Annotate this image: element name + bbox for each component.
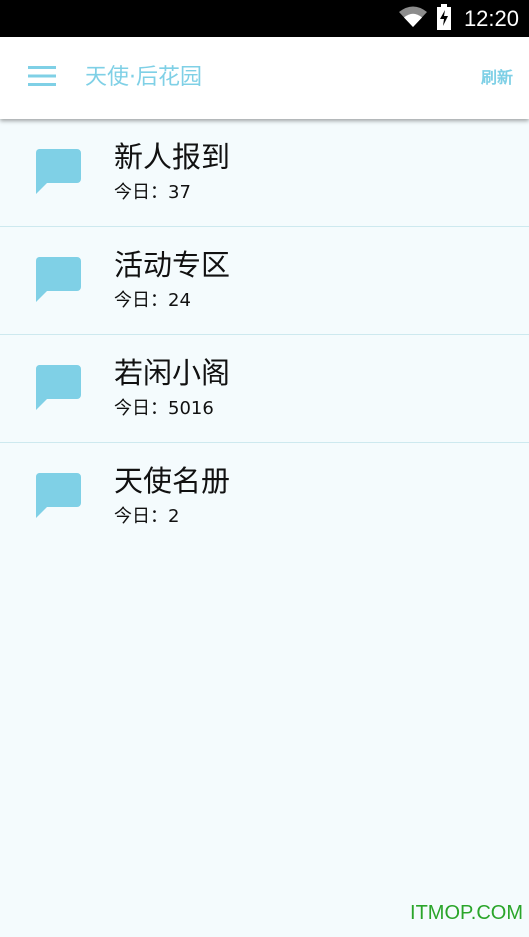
forum-name: 天使名册: [114, 464, 231, 498]
today-count: 24: [168, 290, 191, 311]
today-label: 今日：: [114, 398, 168, 419]
status-bar: 12:20: [0, 0, 529, 37]
app-title: 天使·后花园: [85, 65, 202, 90]
forum-item-lounge[interactable]: 若闲小阁 今日：5016: [0, 335, 529, 443]
wifi-icon: [398, 6, 428, 32]
refresh-button[interactable]: 刷新: [481, 37, 513, 119]
chat-bubble-icon: [35, 257, 81, 303]
today-label: 今日：: [114, 290, 168, 311]
chat-bubble-icon: [35, 473, 81, 519]
forum-item-new-members[interactable]: 新人报到 今日：37: [0, 119, 529, 227]
forum-name: 活动专区: [114, 248, 231, 282]
menu-button[interactable]: [22, 61, 62, 95]
forum-list: 新人报到 今日：37 活动专区 今日：24 若闲小阁 今日：5016 天使名册 …: [0, 119, 529, 550]
status-time: 12:20: [463, 5, 519, 31]
forum-today-count: 今日：37: [114, 181, 191, 205]
today-label: 今日：: [114, 182, 168, 203]
chat-bubble-icon: [35, 365, 81, 411]
chat-bubble-icon: [35, 149, 81, 195]
app-bar: 天使·后花园 刷新: [0, 37, 529, 119]
hamburger-menu-icon: [28, 65, 56, 91]
forum-item-roster[interactable]: 天使名册 今日：2: [0, 443, 529, 550]
today-count: 37: [168, 182, 191, 203]
forum-today-count: 今日：24: [114, 289, 191, 313]
forum-today-count: 今日：5016: [114, 397, 214, 421]
forum-today-count: 今日：2: [114, 505, 179, 529]
watermark: ITMOP.COM: [410, 902, 523, 924]
forum-name: 若闲小阁: [114, 356, 231, 390]
today-label: 今日：: [114, 506, 168, 527]
forum-name: 新人报到: [114, 140, 231, 174]
today-count: 5016: [168, 398, 214, 419]
forum-item-events[interactable]: 活动专区 今日：24: [0, 227, 529, 335]
battery-icon: [436, 3, 452, 34]
status-icons: 12:20: [398, 0, 519, 37]
today-count: 2: [168, 506, 180, 527]
